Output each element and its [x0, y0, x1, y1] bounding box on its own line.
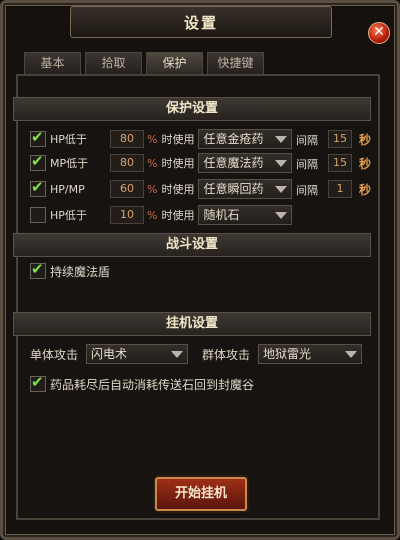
- percent-sign: %: [147, 208, 158, 222]
- protect-row-3-item-dropdown[interactable]: 任意瞬回药: [198, 179, 293, 199]
- protect-row-3-interval[interactable]: 1: [328, 180, 352, 198]
- protection-header: 保护设置: [13, 97, 371, 121]
- tab-bar: 基本 拾取 保护 快捷键: [24, 52, 264, 74]
- protect-row-1-interval[interactable]: 15: [328, 130, 352, 148]
- protect-row-1: HP低于 80 % 时使用 任意金疮药: [30, 128, 293, 150]
- use-when-text: 时使用: [161, 209, 195, 222]
- protect-row-4-label: HP低于: [50, 209, 87, 222]
- use-when-text: 时使用: [161, 183, 195, 196]
- chevron-down-icon: [345, 351, 358, 358]
- window-title: 设置: [183, 13, 218, 32]
- auto-teleport-checkbox[interactable]: [30, 373, 46, 392]
- chevron-down-icon: [275, 186, 288, 193]
- percent-sign: %: [147, 132, 158, 146]
- close-icon[interactable]: ✕: [368, 22, 390, 44]
- group-attack-dropdown[interactable]: 地狱雷光: [258, 344, 363, 364]
- percent-sign: %: [147, 182, 158, 196]
- protect-row-1-item-dropdown[interactable]: 任意金疮药: [198, 129, 293, 149]
- seconds-unit: 秒: [359, 157, 372, 171]
- combat-option-row: 持续魔法盾: [30, 260, 110, 282]
- protect-row-4-percent[interactable]: 10: [110, 206, 144, 224]
- dropdown-value: 闪电术: [91, 347, 128, 361]
- protect-row-2-percent[interactable]: 80: [110, 154, 144, 172]
- chevron-down-icon: [275, 136, 288, 143]
- dropdown-value: 任意金疮药: [203, 132, 264, 146]
- tab-basic[interactable]: 基本: [24, 52, 81, 74]
- protect-row-2: MP低于 80 % 时使用 任意魔法药: [30, 152, 293, 174]
- attack-row: 单体攻击 闪电术 群体攻击 地狱雷光: [30, 343, 363, 365]
- protect-row-3: HP/MP 60 % 时使用 任意瞬回药: [30, 178, 293, 200]
- protect-row-2-checkbox[interactable]: [30, 152, 46, 171]
- interval-label: 间隔: [296, 158, 318, 171]
- protect-row-4: HP低于 10 % 时使用 随机石: [30, 204, 293, 226]
- protect-row-2-label: MP低于: [50, 157, 89, 170]
- use-when-text: 时使用: [161, 133, 195, 146]
- protect-row-1-label: HP低于: [50, 133, 87, 146]
- tab-pickup[interactable]: 拾取: [85, 52, 142, 74]
- teleport-option-row: 药品耗尽后自动消耗传送石回到封魔谷: [30, 373, 254, 395]
- magic-shield-checkbox[interactable]: [30, 260, 46, 279]
- chevron-down-icon: [171, 351, 184, 358]
- magic-shield-label: 持续魔法盾: [50, 264, 111, 279]
- title-bar: 设置: [70, 6, 332, 38]
- protect-row-2-interval[interactable]: 15: [328, 154, 352, 172]
- protect-row-3-checkbox[interactable]: [30, 178, 46, 197]
- combat-header: 战斗设置: [13, 233, 371, 257]
- dropdown-value: 地狱雷光: [263, 347, 312, 361]
- seconds-unit: 秒: [359, 133, 372, 147]
- tab-hotkeys[interactable]: 快捷键: [207, 52, 264, 74]
- dropdown-value: 随机石: [203, 208, 240, 222]
- chevron-down-icon: [275, 160, 288, 167]
- hangup-header: 挂机设置: [13, 312, 371, 336]
- use-when-text: 时使用: [161, 157, 195, 170]
- protect-row-1-percent[interactable]: 80: [110, 130, 144, 148]
- tab-protection[interactable]: 保护: [146, 52, 203, 74]
- start-hangup-button[interactable]: 开始挂机: [155, 477, 247, 511]
- chevron-down-icon: [275, 212, 288, 219]
- protect-row-3-label: HP/MP: [50, 182, 85, 196]
- single-attack-label: 单体攻击: [30, 347, 79, 362]
- protect-row-1-checkbox[interactable]: [30, 128, 46, 147]
- protect-row-4-checkbox[interactable]: [30, 207, 46, 223]
- protect-row-3-percent[interactable]: 60: [110, 180, 144, 198]
- interval-label: 间隔: [296, 184, 318, 197]
- seconds-unit: 秒: [359, 183, 372, 197]
- protect-row-4-item-dropdown[interactable]: 随机石: [198, 205, 293, 225]
- group-attack-label: 群体攻击: [202, 347, 251, 362]
- auto-teleport-label: 药品耗尽后自动消耗传送石回到封魔谷: [50, 377, 255, 392]
- dropdown-value: 任意瞬回药: [203, 182, 264, 196]
- dropdown-value: 任意魔法药: [203, 156, 264, 170]
- single-attack-dropdown[interactable]: 闪电术: [86, 344, 189, 364]
- percent-sign: %: [147, 156, 158, 170]
- interval-label: 间隔: [296, 134, 318, 147]
- protect-row-2-item-dropdown[interactable]: 任意魔法药: [198, 153, 293, 173]
